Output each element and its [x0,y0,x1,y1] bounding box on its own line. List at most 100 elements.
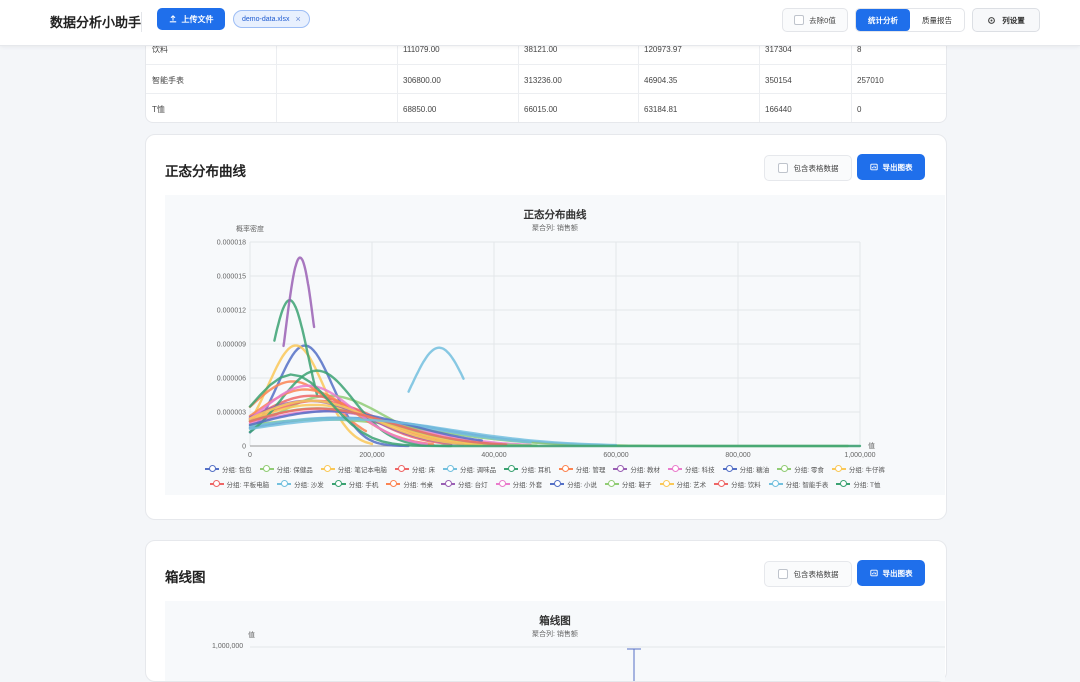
close-icon[interactable]: × [295,14,300,24]
series-line [407,346,465,393]
file-chip: demo-data.xlsx × [233,10,310,28]
legend-item[interactable]: 分组: 零食 [777,464,824,474]
cell [276,65,282,95]
legend-item[interactable]: 分组: 调味品 [443,464,496,474]
legend-item[interactable]: 分组: 鞋子 [604,479,652,489]
export-chart-button[interactable]: 导出图表 [857,154,925,180]
y-tick-label: 0.000009 [217,342,246,349]
normal-chart: 正态分布曲线 聚合列: 销售额 概率密度 值 0 0.000003 0.000006… [165,195,945,495]
legend-item[interactable]: 分组: 艺术 [659,479,707,489]
legend-label: 分组: 手机 [348,481,379,489]
legend-item[interactable]: 分组: 智能手表 [768,479,829,489]
legend-marker-icon [714,480,729,488]
tab-stats[interactable]: 统计分析 [856,9,910,31]
legend-item[interactable]: 分组: 科技 [668,464,715,474]
legend-item[interactable]: 分组: 耳机 [504,464,551,474]
view-tabs: 统计分析 质量报告 [855,8,965,32]
legend-item[interactable]: 分组: 平板电脑 [209,479,270,489]
legend-marker-icon [441,480,456,488]
x-tick-label: 1,000,000 [844,452,875,459]
legend-label: 分组: 糖油 [739,466,770,474]
y-tick-label: 0.000012 [217,308,246,315]
box-plot-svg [250,646,945,681]
legend-item[interactable]: 分组: 台灯 [441,479,488,489]
legend-item[interactable]: 分组: 饮料 [714,479,761,489]
y-tick-label: 0.000015 [217,274,246,281]
column-settings-button[interactable]: 列设置 [972,8,1040,32]
legend-row: 分组: 平板电脑 分组: 沙发 分组: 手机 分组: 书桌 分组: 台灯 分组: 外套 分组… [165,476,925,491]
table-row: T恤 68850.00 66015.00 63184.81 166440 0 [146,93,946,124]
legend-marker-icon [394,465,409,473]
legend-label: 分组: 零食 [794,466,824,474]
legend-marker-icon [277,480,292,488]
include-table-label: 包含表格数据 [793,163,839,173]
legend-marker-icon [495,480,510,488]
cell-name: 智能手表 [152,75,184,85]
legend-item[interactable]: 分组: 教材 [613,464,660,474]
legend-label: 分组: 鞋子 [621,481,652,489]
legend-marker-icon [613,465,628,473]
gear-icon [988,16,996,24]
legend-item[interactable]: 分组: 床 [394,464,435,474]
include-table-label: 包含表格数据 [793,569,839,579]
remove-zero-toggle[interactable]: 去除0值 [782,8,848,32]
legend-label: 分组: 教材 [630,466,660,474]
legend-item[interactable]: 分组: 外套 [495,479,543,489]
legend-item[interactable]: 分组: 笔记本电脑 [320,464,387,474]
table-row: 智能手表 306800.00 313236.00 46904.35 350154… [146,64,946,95]
legend-marker-icon [722,465,737,473]
legend-marker-icon [768,480,783,488]
tab-quality[interactable]: 质量报告 [910,9,964,31]
legend-item[interactable]: 分组: 保健品 [259,464,313,474]
file-name: demo-data.xlsx [242,15,290,23]
x-tick-label: 800,000 [725,452,750,459]
legend-label: 分组: 艺术 [676,481,707,489]
legend-item[interactable]: 分组: 糖油 [722,464,770,474]
box-plot-card: 箱线图 包含表格数据 导出图表 箱线图 聚合列: 销售额 值 1,000,000 [145,540,947,682]
y-tick-label: 0.000018 [217,240,246,247]
normal-plot-svg: 0 0.000003 0.000006 0.000009 0.000012 0.00001… [217,240,876,460]
legend-item[interactable]: 分组: T恤 [836,479,880,489]
include-table-toggle[interactable]: 包含表格数据 [764,561,852,587]
legend-marker-icon [836,480,851,488]
x-tick-label: 0 [248,452,252,459]
box-chart: 箱线图 聚合列: 销售额 值 1,000,000 [165,601,945,681]
cell: 66015.00 [524,104,558,114]
legend-marker-icon [259,465,274,473]
top-bar: 数据分析小助手 上传文件 demo-data.xlsx × 去除0值 统计分析 … [0,0,1080,46]
legend-label: 分组: 床 [411,466,435,474]
normal-distribution-card: 正态分布曲线 包含表格数据 导出图表 正态分布曲线 聚合列: 销售额 概率密度 … [145,134,947,520]
legend-label: 分组: 小说 [567,481,597,489]
legend-label: 分组: 平板电脑 [226,481,270,489]
upload-icon [169,15,176,23]
legend-label: 分组: 牛仔裤 [848,466,885,474]
legend-item[interactable]: 分组: 书桌 [386,479,433,489]
include-table-toggle[interactable]: 包含表格数据 [764,155,852,181]
y-tick-label: 0.000006 [217,376,246,383]
legend-item[interactable]: 分组: 沙发 [277,479,324,489]
legend-marker-icon [320,465,335,473]
checkbox-icon[interactable] [777,163,788,173]
legend-marker-icon [604,480,619,488]
app-title: 数据分析小助手 [50,15,142,30]
legend-marker-icon [504,465,519,473]
export-chart-button[interactable]: 导出图表 [857,560,925,586]
chart-icon [869,163,878,171]
legend-label: 分组: T恤 [853,481,881,489]
legend-item[interactable]: 分组: 小说 [550,479,597,489]
legend-item[interactable]: 分组: 牛仔裤 [831,464,885,474]
cell: 166440 [765,104,792,114]
checkbox-icon[interactable] [794,15,805,25]
legend-marker-icon [558,465,573,473]
legend-label: 分组: 外套 [512,481,543,489]
upload-button[interactable]: 上传文件 [157,8,225,30]
legend-label: 分组: 智能手表 [785,481,829,489]
header-divider [141,12,142,32]
legend-marker-icon [668,465,682,473]
legend-item[interactable]: 分组: 管理 [558,464,605,474]
legend-item[interactable]: 分组: 包包 [205,464,252,474]
legend-item[interactable]: 分组: 手机 [331,479,379,489]
legend-marker-icon [331,480,346,488]
checkbox-icon[interactable] [777,569,788,579]
x-tick-label: 600,000 [603,452,628,459]
